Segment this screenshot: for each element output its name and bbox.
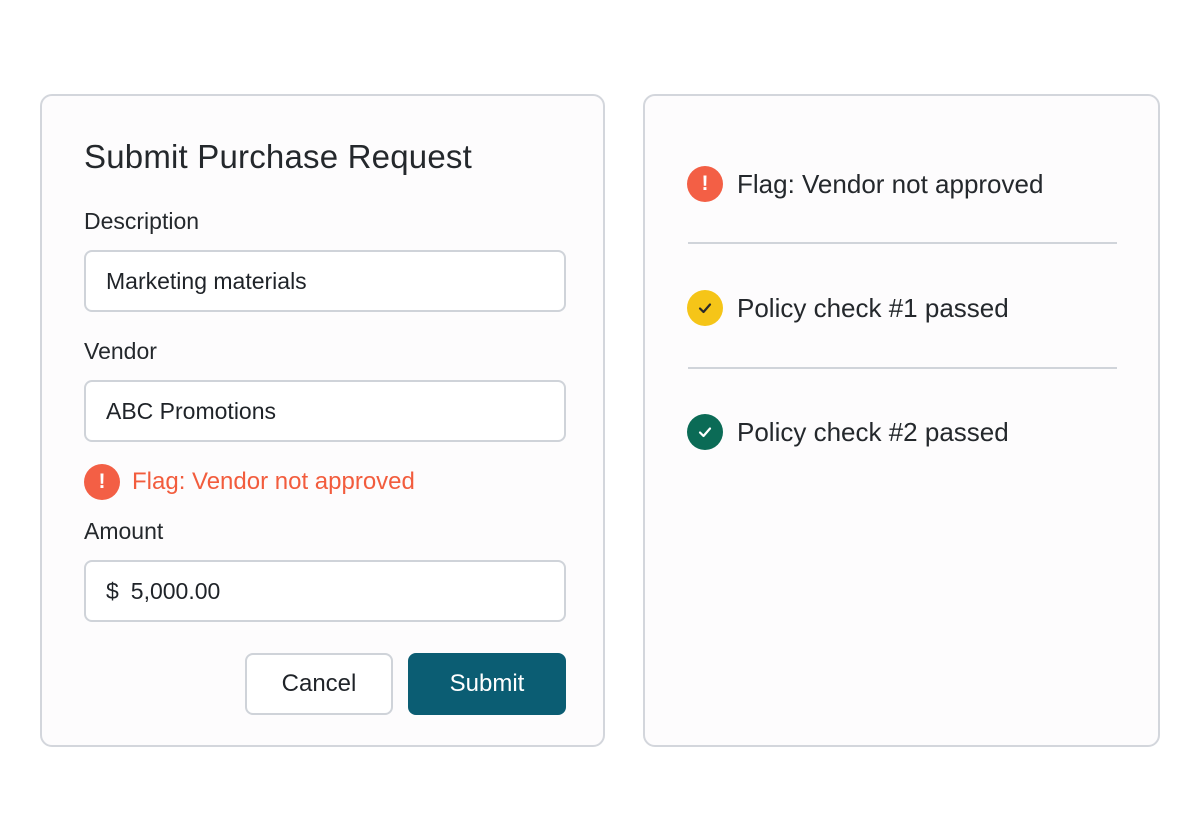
vendor-input[interactable]: ABC Promotions — [84, 380, 566, 442]
policy-checks-panel: ! Flag: Vendor not approved Policy check… — [643, 94, 1160, 747]
vendor-flag-message: ! Flag: Vendor not approved — [84, 464, 415, 500]
checkmark-icon — [687, 290, 723, 326]
description-value: Marketing materials — [106, 267, 307, 294]
check-item-policy-1: Policy check #1 passed — [687, 290, 1009, 326]
check-item-vendor-flag: ! Flag: Vendor not approved — [687, 166, 1043, 202]
currency-symbol: $ — [106, 577, 119, 604]
amount-value: 5,000.00 — [130, 577, 221, 604]
description-input[interactable]: Marketing materials — [84, 250, 566, 312]
check-item-text: Policy check #1 passed — [737, 292, 1009, 323]
check-item-text: Policy check #2 passed — [737, 416, 1009, 447]
submit-button[interactable]: Submit — [408, 653, 566, 715]
form-title: Submit Purchase Request — [84, 138, 472, 175]
check-item-text: Flag: Vendor not approved — [737, 168, 1044, 199]
divider — [688, 367, 1117, 369]
exclamation-icon: ! — [84, 464, 120, 500]
amount-input[interactable]: $ 5,000.00 — [84, 560, 566, 622]
vendor-label: Vendor — [84, 338, 157, 364]
vendor-flag-text: Flag: Vendor not approved — [132, 468, 415, 495]
checkmark-icon — [687, 414, 723, 450]
purchase-request-form: Submit Purchase Request Description Mark… — [40, 94, 605, 747]
exclamation-icon: ! — [687, 166, 723, 202]
amount-label: Amount — [84, 518, 164, 544]
divider — [688, 242, 1117, 244]
cancel-button[interactable]: Cancel — [245, 653, 393, 715]
description-label: Description — [84, 208, 200, 234]
check-item-policy-2: Policy check #2 passed — [687, 414, 1009, 450]
vendor-value: ABC Promotions — [106, 397, 277, 424]
